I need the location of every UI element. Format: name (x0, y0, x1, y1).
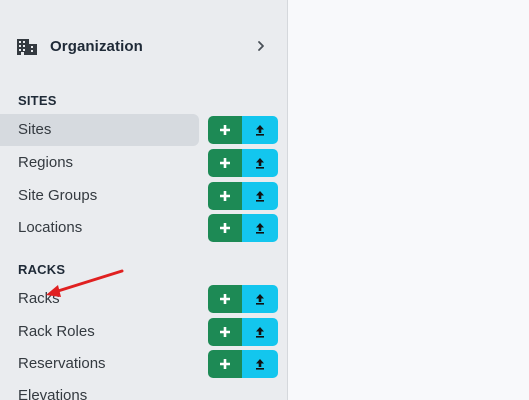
reservations-action-buttons (208, 350, 278, 378)
sidebar-item-site-groups[interactable]: Site Groups (0, 180, 199, 212)
add-site-group-button[interactable] (208, 182, 242, 210)
import-locations-button[interactable] (242, 214, 278, 242)
sidebar-item-label: Racks (18, 290, 60, 307)
upload-icon (256, 125, 264, 136)
nav-row-sites: Sites (0, 114, 287, 146)
site-groups-action-buttons (208, 182, 278, 210)
add-site-button[interactable] (208, 116, 242, 144)
sidebar: Organization SITES Sites Regions Site Gr… (0, 0, 288, 400)
chevron-right-icon (258, 41, 264, 51)
nav-row-elevations: Elevations (0, 380, 287, 400)
plus-icon (220, 223, 230, 233)
section-title-sites: SITES (18, 93, 57, 108)
sidebar-item-elevations[interactable]: Elevations (0, 380, 199, 400)
add-rack-button[interactable] (208, 285, 242, 313)
import-reservations-button[interactable] (242, 350, 278, 378)
plus-icon (220, 327, 230, 337)
locations-action-buttons (208, 214, 278, 242)
main-content-area (288, 0, 529, 400)
upload-icon (256, 223, 264, 234)
sidebar-item-label: Elevations (18, 387, 88, 400)
add-region-button[interactable] (208, 149, 242, 177)
import-site-groups-button[interactable] (242, 182, 278, 210)
section-title-racks: RACKS (18, 262, 66, 277)
upload-icon (256, 191, 264, 202)
organization-menu-header[interactable]: Organization (0, 28, 287, 66)
add-location-button[interactable] (208, 214, 242, 242)
sidebar-item-label: Regions (18, 154, 74, 171)
nav-row-regions: Regions (0, 147, 287, 179)
add-rack-role-button[interactable] (208, 318, 242, 346)
nav-row-racks: Racks (0, 283, 287, 315)
upload-icon (256, 327, 264, 338)
upload-icon (256, 294, 264, 305)
add-reservation-button[interactable] (208, 350, 242, 378)
sites-action-buttons (208, 116, 278, 144)
import-rack-roles-button[interactable] (242, 318, 278, 346)
regions-action-buttons (208, 149, 278, 177)
import-sites-button[interactable] (242, 116, 278, 144)
nav-row-site-groups: Site Groups (0, 180, 287, 212)
sidebar-item-locations[interactable]: Locations (0, 212, 199, 244)
plus-icon (220, 359, 230, 369)
sidebar-item-reservations[interactable]: Reservations (0, 348, 199, 380)
import-racks-button[interactable] (242, 285, 278, 313)
racks-action-buttons (208, 285, 278, 313)
plus-icon (220, 125, 230, 135)
nav-row-locations: Locations (0, 212, 287, 244)
sidebar-item-label: Locations (18, 219, 83, 236)
nav-row-reservations: Reservations (0, 348, 287, 380)
sidebar-item-label: Rack Roles (18, 323, 95, 340)
upload-icon (256, 158, 264, 169)
nav-row-rack-roles: Rack Roles (0, 316, 287, 348)
upload-icon (256, 359, 264, 370)
rack-roles-action-buttons (208, 318, 278, 346)
plus-icon (220, 158, 230, 168)
sidebar-item-label: Reservations (18, 355, 106, 372)
sidebar-item-rack-roles[interactable]: Rack Roles (0, 316, 199, 348)
building-icon (17, 39, 37, 55)
sidebar-item-racks[interactable]: Racks (0, 283, 199, 315)
sidebar-item-label: Site Groups (18, 187, 98, 204)
sidebar-item-regions[interactable]: Regions (0, 147, 199, 179)
plus-icon (220, 294, 230, 304)
plus-icon (220, 191, 230, 201)
import-regions-button[interactable] (242, 149, 278, 177)
sidebar-item-label: Sites (18, 121, 52, 138)
organization-label: Organization (50, 38, 143, 55)
sidebar-item-sites[interactable]: Sites (0, 114, 199, 146)
